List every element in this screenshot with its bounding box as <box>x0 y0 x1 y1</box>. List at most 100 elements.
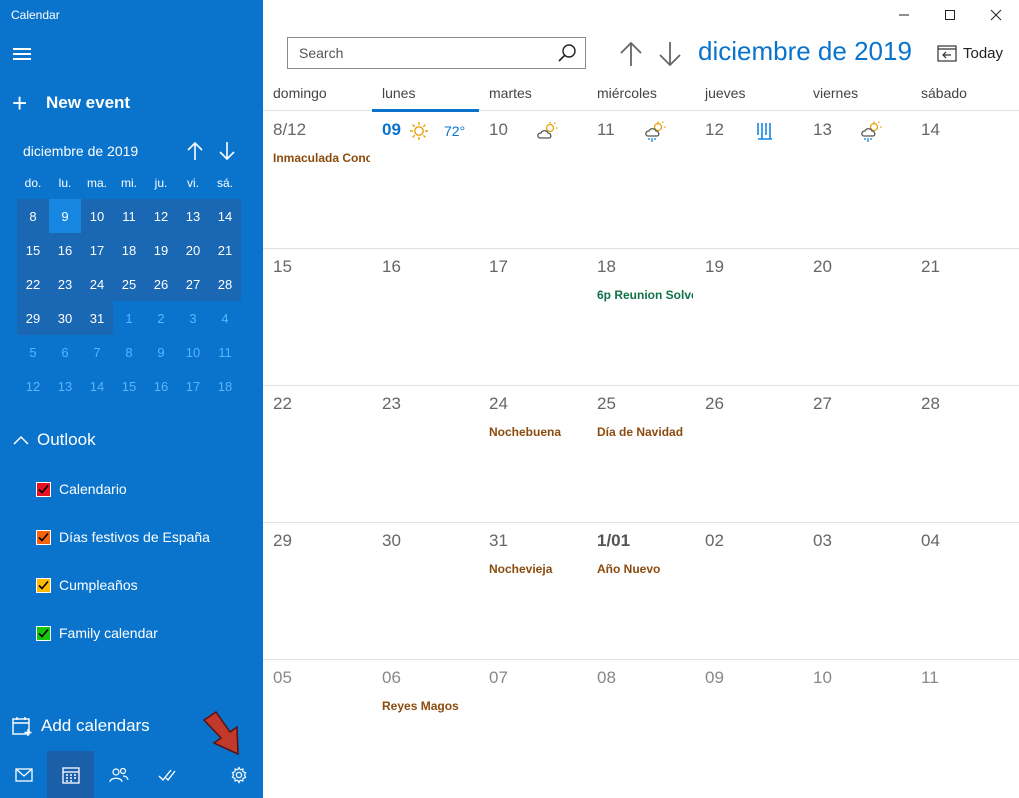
calendar-toggle[interactable]: Calendario <box>36 481 127 497</box>
month-title[interactable]: diciembre de 2019 <box>698 36 912 67</box>
mini-day-cell[interactable]: 15 <box>113 369 145 403</box>
calendar-toggle[interactable]: Cumpleaños <box>36 577 138 593</box>
day-cell[interactable]: 06 Reyes Magos <box>372 659 479 796</box>
mini-day-cell[interactable]: 14 <box>209 199 241 233</box>
mini-day-cell[interactable]: 10 <box>177 335 209 369</box>
mini-day-cell[interactable]: 26 <box>145 267 177 301</box>
mini-day-cell[interactable]: 14 <box>81 369 113 403</box>
day-cell[interactable]: 23 <box>372 385 479 522</box>
mini-day-cell[interactable]: 13 <box>177 199 209 233</box>
mini-day-cell[interactable]: 18 <box>209 369 241 403</box>
day-cell[interactable]: 16 <box>372 248 479 385</box>
day-cell[interactable]: 19 <box>695 248 803 385</box>
day-cell[interactable]: 20 <box>803 248 911 385</box>
checkbox-icon[interactable] <box>36 481 51 497</box>
calendar-event[interactable]: Día de Navidad <box>597 425 693 439</box>
mini-day-cell[interactable]: 4 <box>209 301 241 335</box>
mini-day-cell[interactable]: 24 <box>81 267 113 301</box>
day-cell[interactable]: 11 <box>911 659 1019 796</box>
calendar-event[interactable]: Nochevieja <box>489 562 585 576</box>
mini-day-cell[interactable]: 23 <box>49 267 81 301</box>
day-cell[interactable]: 25 Día de Navidad <box>587 385 695 522</box>
mini-day-cell[interactable]: 18 <box>113 233 145 267</box>
mini-day-cell[interactable]: 21 <box>209 233 241 267</box>
day-cell[interactable]: 28 <box>911 385 1019 522</box>
calendar-event[interactable]: Nochebuena <box>489 425 585 439</box>
day-cell[interactable]: 04 <box>911 522 1019 659</box>
mini-day-cell[interactable]: 8 <box>17 199 49 233</box>
checkbox-icon[interactable] <box>36 529 51 545</box>
mail-button[interactable] <box>0 751 47 798</box>
day-cell[interactable]: 13 <box>803 111 911 248</box>
day-cell[interactable]: 26 <box>695 385 803 522</box>
day-cell[interactable]: 09 <box>695 659 803 796</box>
mini-day-cell[interactable]: 9 <box>145 335 177 369</box>
hamburger-menu-icon[interactable] <box>13 46 33 60</box>
mini-day-cell[interactable]: 13 <box>49 369 81 403</box>
day-cell[interactable]: 24 Nochebuena <box>479 385 587 522</box>
mini-day-cell[interactable]: 3 <box>177 301 209 335</box>
calendar-event[interactable]: 6p Reunion Solvetic <box>597 288 693 302</box>
day-cell[interactable]: 21 <box>911 248 1019 385</box>
day-cell[interactable]: 17 <box>479 248 587 385</box>
mini-day-cell[interactable]: 19 <box>145 233 177 267</box>
mini-day-cell[interactable]: 10 <box>81 199 113 233</box>
mini-day-cell[interactable]: 17 <box>81 233 113 267</box>
mini-day-cell[interactable]: 25 <box>113 267 145 301</box>
mini-day-cell[interactable]: 11 <box>209 335 241 369</box>
search-input[interactable] <box>288 38 549 68</box>
day-cell[interactable]: 18 6p Reunion Solvetic <box>587 248 695 385</box>
new-event-button[interactable]: + New event <box>12 90 130 116</box>
day-cell[interactable]: 31 Nochevieja <box>479 522 587 659</box>
mini-day-cell[interactable]: 11 <box>113 199 145 233</box>
mini-day-cell[interactable]: 31 <box>81 301 113 335</box>
outlook-account-toggle[interactable]: Outlook <box>13 430 96 450</box>
checkbox-icon[interactable] <box>36 577 51 593</box>
day-cell[interactable]: 03 <box>803 522 911 659</box>
day-cell[interactable]: 10 <box>803 659 911 796</box>
day-cell[interactable]: 11 <box>587 111 695 248</box>
minimize-button[interactable] <box>881 0 927 30</box>
day-cell[interactable]: 15 <box>263 248 372 385</box>
mini-day-cell[interactable]: 6 <box>49 335 81 369</box>
calendar-event[interactable]: Inmaculada Concepción <box>273 151 370 165</box>
mini-day-cell[interactable]: 29 <box>17 301 49 335</box>
mini-day-cell[interactable]: 2 <box>145 301 177 335</box>
day-cell[interactable]: 27 <box>803 385 911 522</box>
mini-day-cell[interactable]: 20 <box>177 233 209 267</box>
mini-day-cell[interactable]: 17 <box>177 369 209 403</box>
day-cell[interactable]: 1/01 Año Nuevo <box>587 522 695 659</box>
previous-month-button[interactable] <box>618 40 644 68</box>
mini-day-cell[interactable]: 30 <box>49 301 81 335</box>
mini-day-cell[interactable]: 12 <box>17 369 49 403</box>
mini-day-cell[interactable]: 7 <box>81 335 113 369</box>
calendar-toggle[interactable]: Días festivos de España <box>36 529 210 545</box>
add-calendars-button[interactable]: Add calendars <box>11 715 150 737</box>
mini-day-cell[interactable]: 9 <box>49 199 81 233</box>
mini-day-cell[interactable]: 16 <box>49 233 81 267</box>
close-button[interactable] <box>973 0 1019 30</box>
day-cell[interactable]: 09 72° <box>372 111 479 248</box>
mini-day-cell[interactable]: 8 <box>113 335 145 369</box>
day-cell[interactable]: 8/12 Inmaculada Concepción <box>263 111 372 248</box>
mini-day-cell[interactable]: 28 <box>209 267 241 301</box>
search-button[interactable] <box>549 38 585 68</box>
mini-day-cell[interactable]: 27 <box>177 267 209 301</box>
mini-day-cell[interactable]: 1 <box>113 301 145 335</box>
day-cell[interactable]: 22 <box>263 385 372 522</box>
mini-day-cell[interactable]: 22 <box>17 267 49 301</box>
day-cell[interactable]: 10 <box>479 111 587 248</box>
day-cell[interactable]: 02 <box>695 522 803 659</box>
calendar-nav-button[interactable] <box>47 751 94 798</box>
calendar-event[interactable]: Reyes Magos <box>382 699 477 713</box>
todo-button[interactable] <box>143 751 190 798</box>
day-cell[interactable]: 05 <box>263 659 372 796</box>
day-cell[interactable]: 12 <box>695 111 803 248</box>
mini-day-cell[interactable]: 12 <box>145 199 177 233</box>
day-cell[interactable]: 08 <box>587 659 695 796</box>
day-cell[interactable]: 29 <box>263 522 372 659</box>
mini-day-cell[interactable]: 15 <box>17 233 49 267</box>
mini-calendar-next-button[interactable] <box>217 140 237 162</box>
today-button[interactable]: Today <box>937 44 1003 62</box>
settings-button[interactable] <box>215 751 262 798</box>
